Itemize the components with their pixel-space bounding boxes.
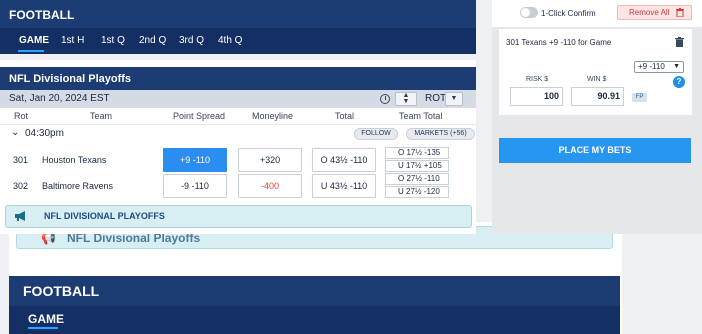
team-name: Houston Texans [42, 155, 107, 165]
moneyline-odds-button[interactable]: +320 [238, 148, 302, 172]
sport-header: FOOTBALL [0, 0, 476, 28]
tab-game[interactable]: GAME [19, 35, 49, 46]
background-tab-game[interactable]: GAME [28, 312, 64, 326]
date-row: Sat, Jan 20, 2024 EST ▲ ▼ ROT ▼ [0, 90, 476, 108]
line-select-value: +9 -110 [638, 62, 665, 71]
team-name: Baltimore Ravens [42, 181, 114, 191]
sort-label: ROT [425, 93, 447, 104]
background-sport-title: FOOTBALL [23, 283, 100, 299]
risk-label: RISK $ [526, 76, 549, 83]
trash-icon [676, 8, 684, 17]
win-amount-input[interactable]: 90.91 [571, 87, 624, 106]
sort-dropdown-chevron-icon[interactable]: ▼ [445, 92, 463, 106]
megaphone-icon [15, 211, 25, 221]
remove-all-label: Remove All [629, 8, 670, 17]
table-row: 302 Baltimore Ravens -9 -110 -400 U 43½ … [0, 173, 476, 199]
rotation-number: 302 [13, 181, 29, 191]
total-odds-button[interactable]: O 43½ -110 [312, 148, 376, 172]
team-total-over-button[interactable]: O 27½ -110 [385, 173, 449, 185]
remove-all-button[interactable]: Remove All [617, 5, 692, 20]
table-row: 301 Houston Texans +9 -110 +320 O 43½ -1… [0, 147, 476, 173]
column-header-rot: Rot [14, 111, 29, 121]
spread-odds-button[interactable]: +9 -110 [163, 148, 227, 172]
tab-1st-quarter[interactable]: 1st Q [101, 35, 125, 46]
background-period-tabs: GAME [9, 306, 620, 334]
team-total-under-button[interactable]: U 17½ +105 [385, 160, 449, 172]
tab-1st-half[interactable]: 1st H [61, 35, 84, 46]
follow-button[interactable]: FOLLOW [354, 128, 398, 140]
period-tabs: GAME 1st H 1st Q 2nd Q 3rd Q 4th Q [0, 28, 476, 54]
promo-banner[interactable]: NFL DIVISIONAL PLAYOFFS [5, 205, 472, 228]
league-title: NFL Divisional Playoffs [9, 73, 132, 85]
place-bets-button[interactable]: PLACE MY BETS [499, 138, 691, 163]
background-tab-underline [28, 327, 58, 329]
collapse-chevron-icon[interactable]: ⌄ [11, 127, 19, 138]
toggle-knob [521, 8, 530, 17]
fp-badge[interactable]: FP [632, 93, 647, 102]
tab-2nd-quarter[interactable]: 2nd Q [139, 35, 166, 46]
rotation-number: 301 [13, 155, 29, 165]
column-header-team: Team [90, 111, 113, 121]
league-header: NFL Divisional Playoffs [0, 67, 476, 90]
column-header-team-total: Team Total [399, 111, 443, 121]
chevron-down-icon: ▼ [673, 63, 680, 70]
tab-4th-quarter[interactable]: 4th Q [218, 35, 242, 46]
team-total-over-button[interactable]: O 17½ -135 [385, 147, 449, 159]
one-click-label: 1-Click Confirm [541, 9, 596, 18]
promo-text: NFL DIVISIONAL PLAYOFFS [44, 211, 165, 221]
more-markets-button[interactable]: MARKETS (+56) [406, 128, 475, 140]
team-total-under-button[interactable]: U 27½ -120 [385, 186, 449, 198]
clock-icon[interactable] [380, 94, 390, 104]
column-header-moneyline: Moneyline [252, 111, 294, 121]
column-header-point-spread: Point Spread [173, 111, 226, 121]
win-label: WIN $ [587, 76, 607, 83]
one-click-toggle[interactable] [520, 7, 538, 18]
sort-arrows-icon[interactable]: ▲ ▼ [395, 92, 417, 106]
help-icon[interactable]: ? [673, 76, 685, 88]
event-time-row: ⌄ 04:30pm FOLLOW MARKETS (+56) [0, 124, 476, 142]
tab-3rd-quarter[interactable]: 3rd Q [179, 35, 204, 46]
line-select[interactable]: +9 -110 ▼ [634, 61, 684, 73]
background-sport-header: FOOTBALL [9, 276, 620, 306]
bet-description: 301 Texans +9 -110 for Game [506, 38, 612, 47]
spread-odds-button[interactable]: -9 -110 [163, 174, 227, 198]
event-start-time: 04:30pm [25, 128, 64, 139]
event-date: Sat, Jan 20, 2024 EST [9, 93, 110, 104]
total-odds-button[interactable]: U 43½ -110 [312, 174, 376, 198]
sport-title: FOOTBALL [9, 8, 75, 22]
column-header-total: Total [335, 111, 355, 121]
trash-icon[interactable] [675, 37, 684, 47]
moneyline-odds-button[interactable]: -400 [238, 174, 302, 198]
active-tab-underline [18, 50, 44, 52]
risk-amount-input[interactable]: 100 [510, 87, 563, 106]
